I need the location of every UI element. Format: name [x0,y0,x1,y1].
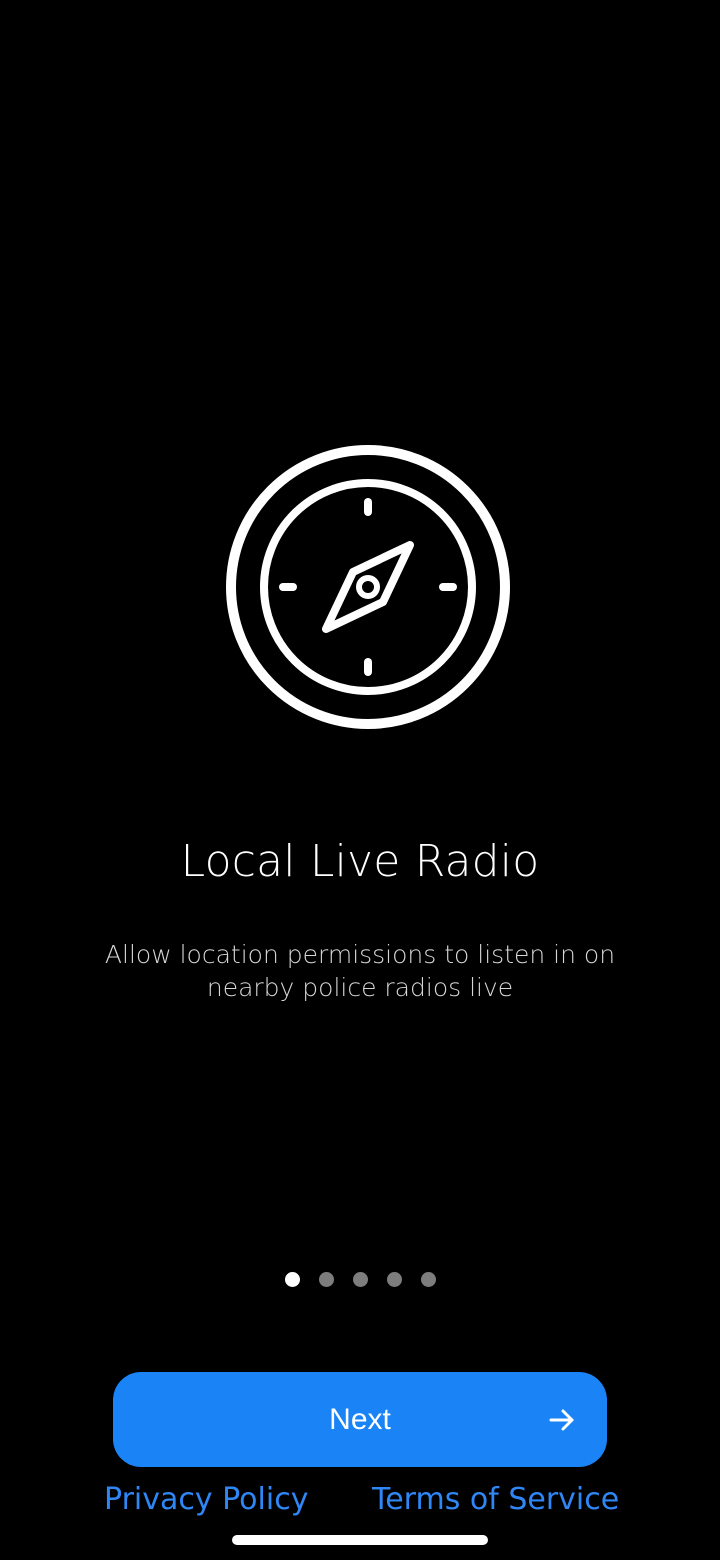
page-dot-2[interactable] [318,1272,334,1287]
page-dot-5[interactable] [420,1272,436,1287]
onboarding-screen: Local Live Radio Allow location permissi… [0,0,720,1560]
arrow-right-icon [549,1408,575,1432]
terms-of-service-link[interactable]: Terms of Service [372,1482,619,1517]
next-button[interactable]: Next [113,1372,607,1467]
privacy-policy-link[interactable]: Privacy Policy [104,1482,308,1517]
page-indicator [0,1272,720,1287]
page-dot-4[interactable] [386,1272,402,1287]
footer-links: Privacy Policy Terms of Service [0,1482,720,1524]
next-button-label: Next [329,1403,391,1436]
page-title: Local Live Radio [180,836,540,887]
compass-icon [225,444,511,730]
page-dot-3[interactable] [352,1272,368,1287]
page-description: Allow location permissions to listen in … [104,940,616,1002]
page-dot-1[interactable] [284,1272,300,1287]
home-indicator[interactable] [232,1535,488,1545]
